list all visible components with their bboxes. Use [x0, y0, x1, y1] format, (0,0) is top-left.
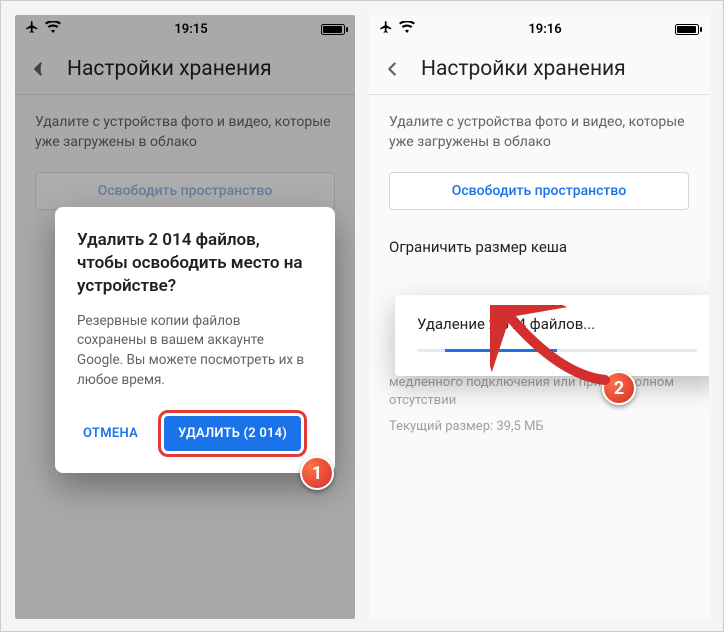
- cache-current-size: Текущий размер: 39,5 МБ: [369, 413, 709, 440]
- delete-button[interactable]: УДАЛИТЬ (2 014): [164, 416, 301, 451]
- confirm-dialog: Удалить 2 014 файлов, чтобы освободить м…: [55, 207, 335, 473]
- dialog-title: Удалить 2 014 файлов, чтобы освободить м…: [77, 229, 313, 298]
- phone-left: 19:15 Настройки хранения Удалите с устро…: [15, 15, 355, 619]
- annotation-badge-2: 2: [602, 371, 636, 405]
- page-title: Настройки хранения: [421, 57, 626, 81]
- progress-toast: Удаление 2 014 файлов...: [395, 295, 709, 376]
- tutorial-composite: 19:15 Настройки хранения Удалите с устро…: [0, 0, 724, 632]
- status-time: 19:16: [528, 22, 561, 37]
- battery-icon: [675, 24, 699, 35]
- airplane-icon: [379, 20, 393, 38]
- dialog-actions: ОТМЕНА УДАЛИТЬ (2 014): [77, 410, 313, 457]
- wifi-icon: [399, 21, 415, 37]
- cache-section-title: Ограничить размер кеша: [369, 228, 709, 260]
- progress-bar: [445, 349, 557, 352]
- nav-header: Настройки хранения: [369, 43, 709, 95]
- cancel-button[interactable]: ОТМЕНА: [77, 418, 144, 449]
- annotation-badge-1: 1: [300, 456, 334, 490]
- highlight-frame: УДАЛИТЬ (2 014): [158, 410, 307, 457]
- freeup-button[interactable]: Освободить пространство: [389, 172, 689, 210]
- progress-track: [417, 349, 697, 352]
- phone-right: 19:16 Настройки хранения Удалите с устро…: [369, 15, 709, 619]
- cache-desc: медленного подключения или при его полно…: [369, 370, 709, 412]
- freeup-description: Удалите с устройства фото и видео, котор…: [369, 95, 709, 166]
- toast-text: Удаление 2 014 файлов...: [417, 315, 697, 333]
- dialog-body: Резервные копии файлов сохранены в вашем…: [77, 312, 313, 390]
- back-icon[interactable]: [381, 58, 403, 80]
- status-bar: 19:16: [369, 15, 709, 43]
